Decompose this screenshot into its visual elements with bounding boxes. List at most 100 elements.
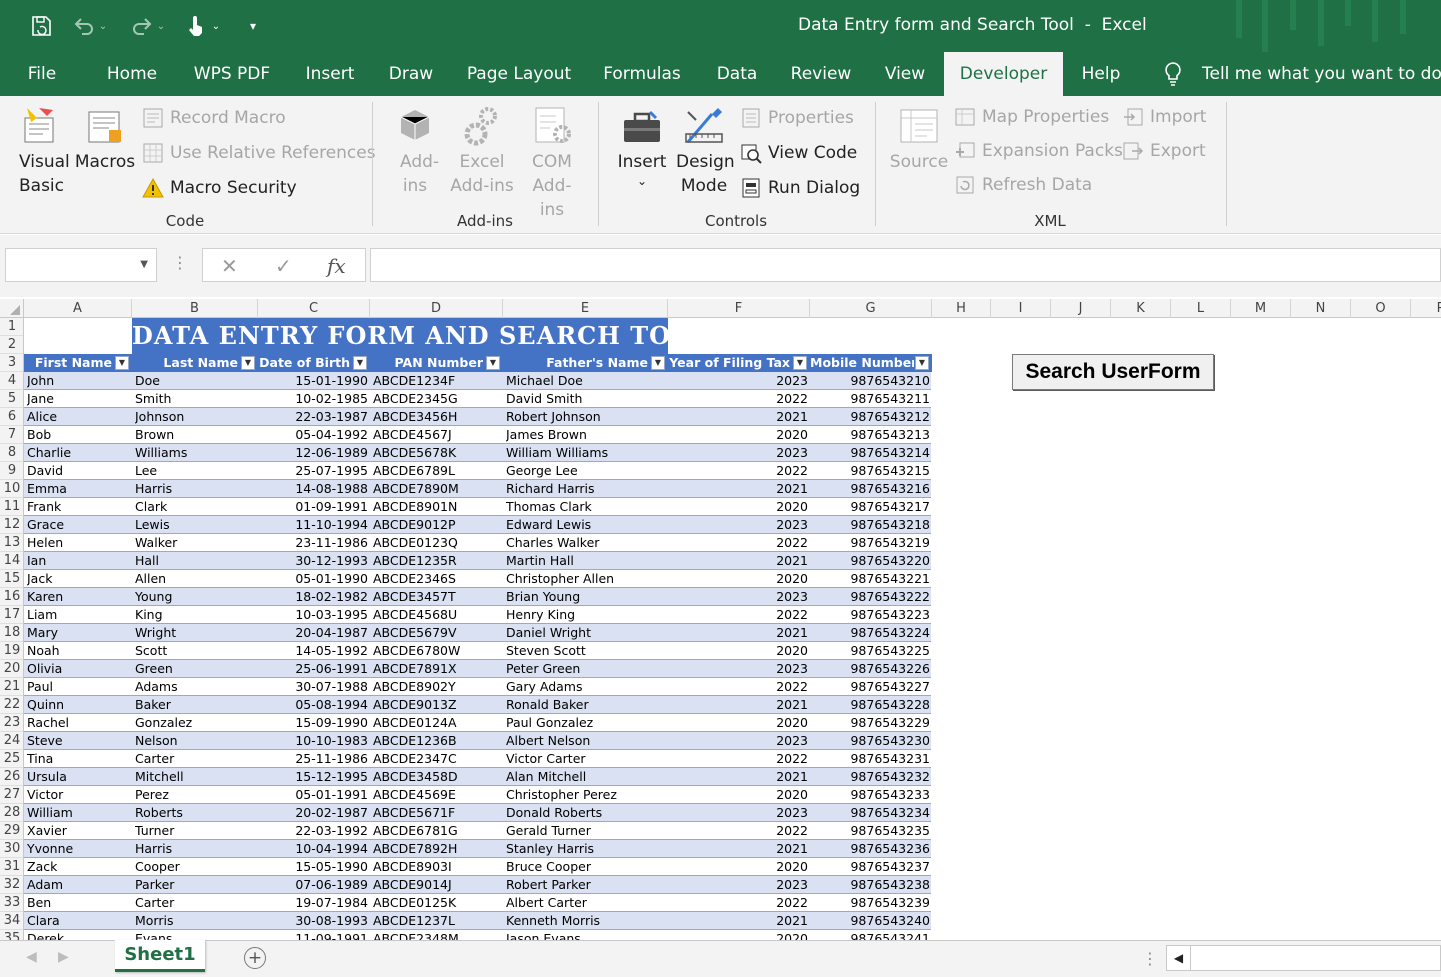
column-header[interactable]: O xyxy=(1351,299,1411,318)
save-icon[interactable] xyxy=(28,12,54,40)
table-cell[interactable]: ABCDE1234F xyxy=(373,372,501,390)
table-cell[interactable]: Richard Harris xyxy=(506,480,666,498)
tab-review[interactable]: Review xyxy=(784,52,858,96)
visual-basic-button[interactable]: Visual Basic xyxy=(12,104,70,198)
tab-insert[interactable]: Insert xyxy=(296,52,364,96)
column-header[interactable]: B xyxy=(132,299,258,318)
table-cell[interactable]: Alice xyxy=(27,408,130,426)
table-cell[interactable]: 9876543216 xyxy=(813,480,930,498)
table-cell[interactable]: Emma xyxy=(27,480,130,498)
row-header[interactable]: 23 xyxy=(0,714,23,732)
row-header[interactable]: 17 xyxy=(0,606,23,624)
table-cell[interactable]: ABCDE9012P xyxy=(373,516,501,534)
table-cell[interactable]: Clara xyxy=(27,912,130,930)
table-cell[interactable]: ABCDE5678K xyxy=(373,444,501,462)
filter-dropdown-icon[interactable]: ▼ xyxy=(486,356,500,370)
table-cell[interactable]: 2021 xyxy=(671,408,808,426)
row-header[interactable]: 26 xyxy=(0,768,23,786)
table-cell[interactable]: Ronald Baker xyxy=(506,696,666,714)
table-cell[interactable]: 9876543219 xyxy=(813,534,930,552)
row-header[interactable]: 5 xyxy=(0,390,23,408)
table-cell[interactable]: 15-05-1990 xyxy=(261,858,368,876)
worksheet-grid[interactable]: DATA ENTRY FORM AND SEARCH TOOL First Na… xyxy=(24,318,1441,940)
column-header[interactable]: L xyxy=(1171,299,1231,318)
table-cell[interactable]: Jack xyxy=(27,570,130,588)
table-cell[interactable]: Lewis xyxy=(135,516,256,534)
table-cell[interactable]: Edward Lewis xyxy=(506,516,666,534)
macro-security-button[interactable]: Macro Security xyxy=(142,175,297,201)
filter-dropdown-icon[interactable]: ▼ xyxy=(915,356,929,370)
row-header[interactable]: 25 xyxy=(0,750,23,768)
table-cell[interactable]: Karen xyxy=(27,588,130,606)
table-cell[interactable]: Doe xyxy=(135,372,256,390)
table-cell[interactable]: Wright xyxy=(135,624,256,642)
table-cell[interactable]: ABCDE0125K xyxy=(373,894,501,912)
row-header[interactable]: 2 xyxy=(0,336,23,354)
table-cell[interactable]: Victor Carter xyxy=(506,750,666,768)
table-cell[interactable]: Grace xyxy=(27,516,130,534)
table-cell[interactable]: 9876543215 xyxy=(813,462,930,480)
table-cell[interactable]: 14-08-1988 xyxy=(261,480,368,498)
table-cell[interactable]: 9876543235 xyxy=(813,822,930,840)
more-options-icon[interactable]: ⋮ xyxy=(172,253,188,272)
table-cell[interactable]: 9876543220 xyxy=(813,552,930,570)
column-header[interactable]: F xyxy=(668,299,810,318)
table-cell[interactable]: George Lee xyxy=(506,462,666,480)
table-cell[interactable]: ABCDE2347C xyxy=(373,750,501,768)
table-cell[interactable]: 2022 xyxy=(671,606,808,624)
table-cell[interactable]: Christopher Perez xyxy=(506,786,666,804)
table-cell[interactable]: 9876543217 xyxy=(813,498,930,516)
row-header[interactable]: 27 xyxy=(0,786,23,804)
table-cell[interactable]: 9876543229 xyxy=(813,714,930,732)
table-cell[interactable]: Rachel xyxy=(27,714,130,732)
table-cell[interactable]: 9876543213 xyxy=(813,426,930,444)
table-cell[interactable]: William xyxy=(27,804,130,822)
table-cell[interactable]: 2020 xyxy=(671,498,808,516)
table-cell[interactable]: Michael Doe xyxy=(506,372,666,390)
table-cell[interactable]: 2023 xyxy=(671,516,808,534)
table-cell[interactable]: 2020 xyxy=(671,930,808,940)
table-cell[interactable]: 2023 xyxy=(671,372,808,390)
table-cell[interactable]: Williams xyxy=(135,444,256,462)
table-cell[interactable]: 2022 xyxy=(671,750,808,768)
table-cell[interactable]: 2020 xyxy=(671,786,808,804)
table-cell[interactable]: 9876543228 xyxy=(813,696,930,714)
column-header[interactable]: G xyxy=(810,299,932,318)
insert-controls-button[interactable]: Insert ⌄ xyxy=(614,104,670,188)
table-cell[interactable]: 2023 xyxy=(671,876,808,894)
redo-icon[interactable]: ⌄ xyxy=(126,12,170,40)
table-cell[interactable]: Stanley Harris xyxy=(506,840,666,858)
table-cell[interactable]: 22-03-1992 xyxy=(261,822,368,840)
table-cell[interactable]: 9876543240 xyxy=(813,912,930,930)
table-cell[interactable]: Perez xyxy=(135,786,256,804)
table-cell[interactable]: 05-01-1990 xyxy=(261,570,368,588)
table-cell[interactable]: 30-08-1993 xyxy=(261,912,368,930)
table-cell[interactable]: Harris xyxy=(135,840,256,858)
table-cell[interactable]: Clark xyxy=(135,498,256,516)
table-cell[interactable]: King xyxy=(135,606,256,624)
row-header[interactable]: 16 xyxy=(0,588,23,606)
table-cell[interactable]: Carter xyxy=(135,750,256,768)
table-cell[interactable]: 9876543231 xyxy=(813,750,930,768)
table-cell[interactable]: ABCDE1237L xyxy=(373,912,501,930)
table-cell[interactable]: Alan Mitchell xyxy=(506,768,666,786)
next-sheet-icon[interactable]: ▶ xyxy=(58,949,69,965)
table-cell[interactable]: ABCDE6780W xyxy=(373,642,501,660)
table-cell[interactable]: Robert Parker xyxy=(506,876,666,894)
table-cell[interactable]: ABCDE6781G xyxy=(373,822,501,840)
table-cell[interactable]: 2021 xyxy=(671,840,808,858)
table-cell[interactable]: Nelson xyxy=(135,732,256,750)
table-cell[interactable]: John xyxy=(27,372,130,390)
table-cell[interactable]: 2020 xyxy=(671,714,808,732)
table-cell[interactable]: 01-09-1991 xyxy=(261,498,368,516)
properties-button[interactable]: Properties xyxy=(740,105,854,131)
sheet-tab-sheet1[interactable]: Sheet1 xyxy=(115,940,205,972)
row-header[interactable]: 3 xyxy=(0,354,23,372)
table-cell[interactable]: ABCDE4569E xyxy=(373,786,501,804)
row-header[interactable]: 21 xyxy=(0,678,23,696)
table-cell[interactable]: Brian Young xyxy=(506,588,666,606)
table-cell[interactable]: 9876543212 xyxy=(813,408,930,426)
table-cell[interactable]: 9876543232 xyxy=(813,768,930,786)
table-cell[interactable]: Baker xyxy=(135,696,256,714)
table-cell[interactable]: 12-06-1989 xyxy=(261,444,368,462)
